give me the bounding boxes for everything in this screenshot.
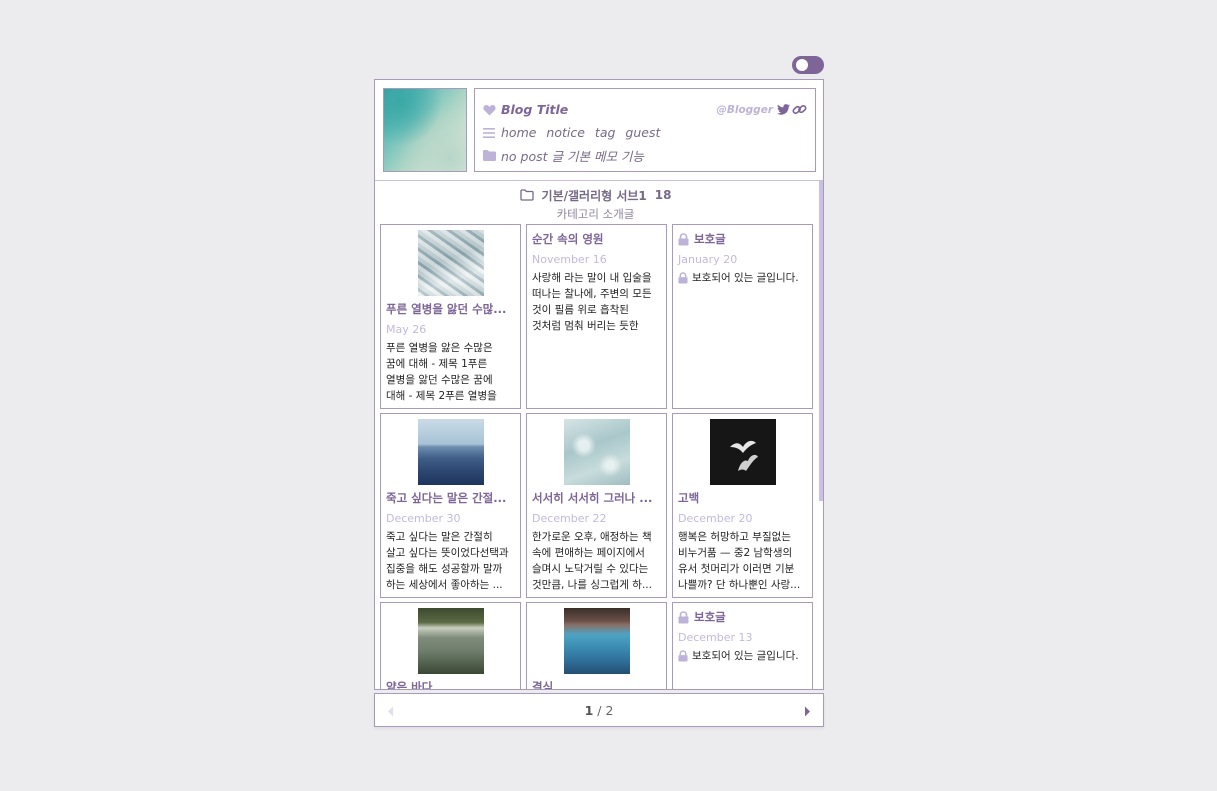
title-row: Blog Title @Blogger xyxy=(483,98,807,121)
post-excerpt: 행복은 허망하고 부질없는 비누거품 — 중2 남학생의 유서 첫머리가 이러면… xyxy=(678,531,801,591)
post-thumbnail[interactable] xyxy=(709,419,776,485)
post-card[interactable]: 서서히 서서히 그러나 ... December 22 한가로운 오후, 애정하… xyxy=(526,413,667,598)
menu-icon xyxy=(483,127,501,138)
nav-row: home notice tag guest xyxy=(483,121,807,144)
post-excerpt: 죽고 싶다는 말은 간절히 살고 싶다는 뜻이었다선택과 집중을 해도 성공할까… xyxy=(386,531,509,591)
category-header: 기본/갤러리형 서브1 18 카테고리 소개글 xyxy=(375,181,816,224)
post-title-row[interactable]: 보호글 xyxy=(678,608,807,626)
post-thumbnail[interactable] xyxy=(563,419,630,485)
post-info-text: no post 글 기본 메모 기능 xyxy=(501,149,644,164)
category-title[interactable]: 기본/갤러리형 서브1 xyxy=(542,187,647,204)
blog-info: Blog Title @Blogger home notice tag gues… xyxy=(474,88,816,172)
post-excerpt: 한가로운 오후, 애정하는 책 속에 편애하는 페이지에서 슬며시 노닥거릴 수… xyxy=(532,531,652,591)
post-card[interactable]: 결심 xyxy=(526,602,667,689)
nav-home[interactable]: home xyxy=(501,125,536,140)
post-title[interactable]: 푸른 열병을 앓던 수많... xyxy=(386,300,515,318)
nav-guest[interactable]: guest xyxy=(625,125,660,140)
post-excerpt: 보호되어 있는 글입니다. xyxy=(692,650,799,662)
post-title[interactable]: 고백 xyxy=(678,489,807,507)
blog-thumbnail[interactable] xyxy=(383,88,467,172)
toggle-knob xyxy=(796,59,808,71)
folder-icon xyxy=(483,150,501,161)
blogger-name[interactable]: @Blogger xyxy=(716,104,773,116)
post-card[interactable]: 죽고 싶다는 말은 간절... December 30 죽고 싶다는 말은 간절… xyxy=(380,413,521,598)
post-card[interactable]: 보호글 December 13 보호되어 있는 글입니다. xyxy=(672,602,813,689)
post-card[interactable]: 푸른 열병을 앓던 수많... May 26 푸른 열병을 앓은 수많은 꿈에 … xyxy=(380,224,521,409)
category-description: 카테고리 소개글 xyxy=(556,207,635,221)
theme-toggle[interactable] xyxy=(792,56,824,74)
post-title[interactable]: 순간 속의 영원 xyxy=(532,230,661,248)
post-title: 보호글 xyxy=(694,610,726,624)
post-date: May 26 xyxy=(386,323,427,336)
nav-notice[interactable]: notice xyxy=(546,125,585,140)
pagination: 1 / 2 xyxy=(374,693,824,727)
post-info-row: no post 글 기본 메모 기능 xyxy=(483,144,807,167)
post-excerpt-row: 보호되어 있는 글입니다. xyxy=(678,270,807,286)
post-card[interactable]: 순간 속의 영원 November 16 사랑해 라는 말이 내 입술을 떠나는… xyxy=(526,224,667,409)
folder-outline-icon xyxy=(519,189,534,201)
total-pages: 2 xyxy=(605,702,614,718)
link-icon[interactable] xyxy=(792,103,807,116)
blog-title[interactable]: Blog Title xyxy=(501,102,568,117)
post-date: December 13 xyxy=(678,631,753,644)
page-separator: / xyxy=(597,702,602,718)
post-thumbnail[interactable] xyxy=(563,608,630,674)
lock-icon xyxy=(678,272,688,284)
next-page-icon[interactable] xyxy=(804,705,811,720)
post-date: December 20 xyxy=(678,512,753,525)
post-card[interactable]: 얕은 바다 xyxy=(380,602,521,689)
post-date: January 20 xyxy=(678,253,738,266)
category-count: 18 xyxy=(654,188,672,202)
post-excerpt: 보호되어 있는 글입니다. xyxy=(692,272,799,284)
nav-tag[interactable]: tag xyxy=(595,125,616,140)
post-card[interactable]: 고백 December 20 행복은 허망하고 부질없는 비누거품 — 중2 남… xyxy=(672,413,813,598)
post-title[interactable]: 얕은 바다 xyxy=(386,678,515,689)
post-excerpt-row: 보호되어 있는 글입니다. xyxy=(678,648,807,664)
blog-panel: Blog Title @Blogger home notice tag gues… xyxy=(374,79,824,690)
heart-icon xyxy=(483,104,501,116)
current-page: 1 xyxy=(584,702,594,718)
blog-nav: home notice tag guest xyxy=(501,125,666,140)
twitter-icon[interactable] xyxy=(777,104,790,115)
post-thumbnail[interactable] xyxy=(417,230,484,296)
post-excerpt: 푸른 열병을 앓은 수많은 꿈에 대해 - 제목 1푸른 열병을 앓던 수많은 … xyxy=(386,342,497,402)
lock-icon xyxy=(678,611,689,624)
blog-header: Blog Title @Blogger home notice tag gues… xyxy=(375,80,823,181)
post-title[interactable]: 결심 xyxy=(532,678,661,689)
birds-image xyxy=(729,440,758,471)
post-title: 보호글 xyxy=(694,232,726,246)
post-card[interactable]: 보호글 January 20 보호되어 있는 글입니다. xyxy=(672,224,813,409)
scrollbar-thumb[interactable] xyxy=(819,181,823,501)
post-title[interactable]: 죽고 싶다는 말은 간절... xyxy=(386,489,515,507)
post-title[interactable]: 서서히 서서히 그러나 ... xyxy=(532,489,661,507)
post-date: November 16 xyxy=(532,253,607,266)
post-date: December 30 xyxy=(386,512,461,525)
post-thumbnail[interactable] xyxy=(417,608,484,674)
post-title-row[interactable]: 보호글 xyxy=(678,230,807,248)
category-title-row: 기본/갤러리형 서브1 18 xyxy=(375,185,816,205)
lock-icon xyxy=(678,650,688,662)
prev-page-icon[interactable] xyxy=(387,705,394,720)
post-excerpt: 사랑해 라는 말이 내 입술을 떠나는 찰나에, 주변의 모든 것이 필름 위로… xyxy=(532,272,652,332)
lock-icon xyxy=(678,233,689,246)
post-date: December 22 xyxy=(532,512,607,525)
post-thumbnail[interactable] xyxy=(417,419,484,485)
